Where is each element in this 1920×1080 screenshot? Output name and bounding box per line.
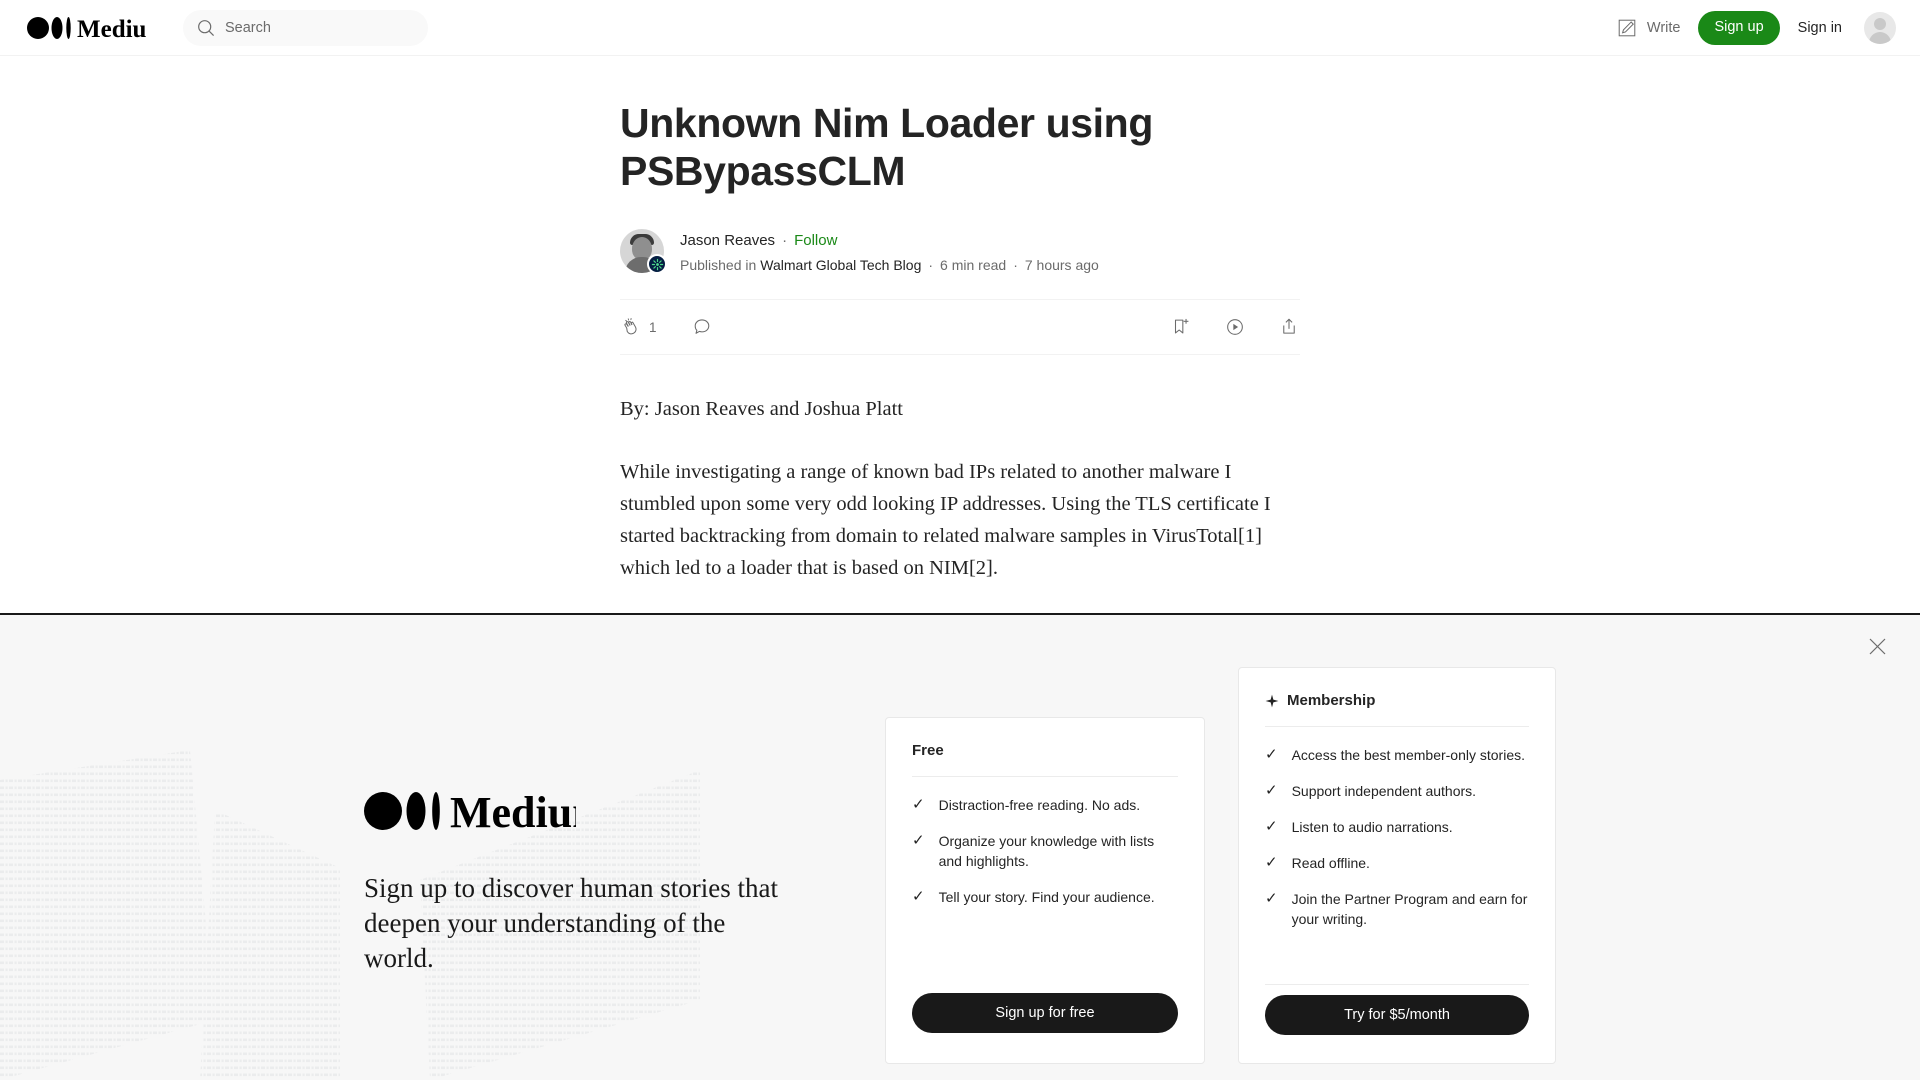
divider [912,776,1178,777]
clap-button[interactable]: 1 [620,316,657,338]
free-plan-card: Free ✓ Distraction-free reading. No ads.… [885,717,1205,1064]
pencil-square-icon [1618,19,1636,37]
byline-separator: · [782,232,788,250]
check-icon: ✓ [1265,746,1278,763]
page-title: Unknown Nim Loader using PSBypassCLM [620,100,1154,194]
feature-text: Tell your story. Find your audience. [938,889,1155,905]
feature-item: ✓ Join the Partner Program and earn for … [1265,889,1529,929]
banner-tagline: Sign up to discover human stories that d… [364,873,778,974]
article-action-bar: 1 [620,299,1300,356]
divider [1265,984,1529,985]
feature-item: ✓ Distraction-free reading. No ads. [912,795,1178,815]
meta-separator-1: · [928,257,934,274]
comment-icon [694,319,709,334]
published-timestamp: 7 hours ago [1024,257,1099,274]
signup-button[interactable]: Sign up [1698,11,1780,45]
author-avatar[interactable] [620,229,667,275]
sparkle-icon [1265,694,1279,707]
divider [1265,726,1529,727]
try-membership-button[interactable]: Try for $5/month [1265,995,1529,1035]
check-icon: ✓ [1265,890,1278,907]
free-plan-title: Free [912,742,944,759]
banner-intro: Medium Sign up to discover human stories… [364,788,834,976]
clap-icon [624,318,637,335]
svg-text:Medium: Medium [77,16,147,41]
article-container: Unknown Nim Loader using PSBypassCLM Jas… [0,56,1920,584]
site-header: Medium Write Sign up Sign in [0,0,1920,56]
user-avatar-icon[interactable] [1864,12,1896,44]
signup-banner: Medium Sign up to discover human stories… [0,613,1920,1080]
published-in-label: Published in [680,257,757,274]
signin-button[interactable]: Sign in [1780,20,1860,36]
feature-text: Distraction-free reading. No ads. [938,797,1141,813]
byline: Jason Reaves · Follow Published in Walma… [620,229,1300,276]
medium-wordmark-icon: Medium [27,16,147,41]
check-icon: ✓ [1265,854,1278,871]
svg-text:Medium: Medium [450,790,576,830]
walmart-spark-icon [647,254,667,275]
play-circle-icon [1227,319,1243,335]
search-input[interactable] [225,20,405,36]
signup-for-free-button[interactable]: Sign up for free [912,993,1178,1033]
clap-count: 1 [649,319,657,335]
feature-text: Access the best member-only stories. [1291,747,1525,763]
feature-text: Join the Partner Program and earn for yo… [1291,891,1528,927]
author-name[interactable]: Jason Reaves [680,230,775,252]
bookmark-button[interactable] [1170,316,1192,338]
comment-button[interactable] [691,316,713,338]
feature-item: ✓ Support independent authors. [1265,781,1529,801]
feature-text: Organize your knowledge with lists and h… [938,833,1155,869]
check-icon: ✓ [912,832,925,849]
check-icon: ✓ [912,796,925,813]
medium-wordmark-icon: Medium [364,788,609,837]
article-paragraph: While investigating a range of known bad… [620,461,1271,580]
article-paragraph: By: Jason Reaves and Joshua Platt [620,398,903,421]
check-icon: ✓ [912,888,925,905]
feature-text: Read offline. [1291,855,1370,871]
meta-separator-2: · [1013,257,1018,274]
follow-button[interactable]: Follow [794,230,837,252]
read-time: 6 min read [940,257,1007,274]
share-button[interactable] [1278,316,1300,338]
feature-item: ✓ Read offline. [1265,853,1529,873]
write-button[interactable]: Write [1616,17,1699,39]
membership-plan-label: Membership [1287,692,1376,709]
search-icon [198,20,215,37]
feature-item: ✓ Listen to audio narrations. [1265,817,1529,837]
write-label: Write [1646,20,1681,36]
feature-text: Listen to audio narrations. [1291,819,1453,835]
header-actions: Write Sign up Sign in [1616,0,1896,56]
membership-plan-title: Membership [1265,692,1529,709]
check-icon: ✓ [1265,782,1278,799]
publication-link[interactable]: Walmart Global Tech Blog [760,254,921,276]
search-box[interactable] [183,10,428,46]
medium-logo[interactable]: Medium [27,12,147,44]
bookmark-add-icon [1174,319,1189,334]
feature-item: ✓ Tell your story. Find your audience. [912,887,1178,907]
feature-item: ✓ Access the best member-only stories. [1265,745,1529,765]
membership-plan-card: Membership ✓ Access the best member-only… [1238,667,1556,1064]
share-icon [1283,318,1295,334]
feature-item: ✓ Organize your knowledge with lists and… [912,831,1178,871]
listen-button[interactable] [1224,316,1246,338]
feature-text: Support independent authors. [1291,783,1477,799]
banner-medium-logo: Medium [364,788,834,837]
check-icon: ✓ [1265,818,1278,835]
